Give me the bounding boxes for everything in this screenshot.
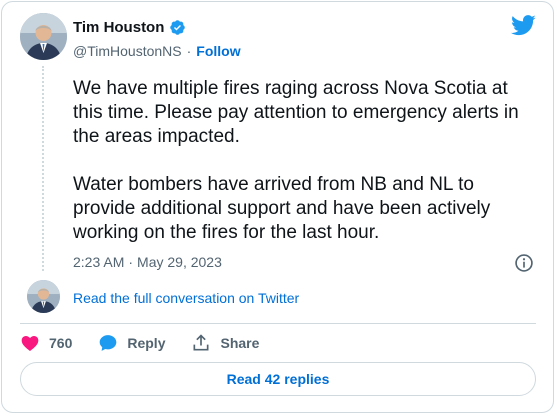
avatar[interactable] [20,13,67,60]
conversation-avatar[interactable] [27,280,60,313]
handle-separator: · [186,43,192,59]
share-button[interactable]: Share [191,333,259,353]
tweet-paragraph: Water bombers have arrived from NB and N… [73,174,491,243]
author-handle-row: @TimHoustonNS · Follow [73,43,241,59]
author-name-row: Tim Houston [73,19,186,36]
speech-bubble-icon [100,335,117,351]
divider [20,323,536,324]
follow-button[interactable]: Follow [196,43,240,59]
like-button[interactable]: 760 [20,333,72,353]
tweet-paragraph: We have multiple fires raging across Nov… [73,78,519,147]
tweet-time[interactable]: 2:23 AM [73,254,124,270]
reply-button[interactable]: Reply [98,333,165,353]
timestamp-separator: · [128,254,134,270]
read-conversation-link[interactable]: Read the full conversation on Twitter [73,290,299,306]
share-label: Share [220,335,260,351]
author-handle[interactable]: @TimHoustonNS [73,43,182,59]
likes-count: 760 [49,335,73,351]
reply-label: Reply [127,335,166,351]
tweet-date[interactable]: May 29, 2023 [137,254,222,270]
share-upload-icon [193,334,209,351]
info-icon[interactable] [514,253,534,273]
twitter-bird-icon[interactable] [511,15,536,36]
thread-connector-line [42,66,44,271]
tweet-timestamp[interactable]: 2:23 AM · May 29, 2023 [73,254,222,270]
tweet-body: We have multiple fires raging across Nov… [73,77,538,269]
read-replies-label: Read 42 replies [226,371,330,387]
heart-icon [21,336,39,351]
verified-badge-icon [170,20,186,35]
author-name[interactable]: Tim Houston [73,19,164,36]
tweet-actions: 760 Reply Share [20,332,259,354]
read-replies-button[interactable]: Read 42 replies [20,362,536,396]
